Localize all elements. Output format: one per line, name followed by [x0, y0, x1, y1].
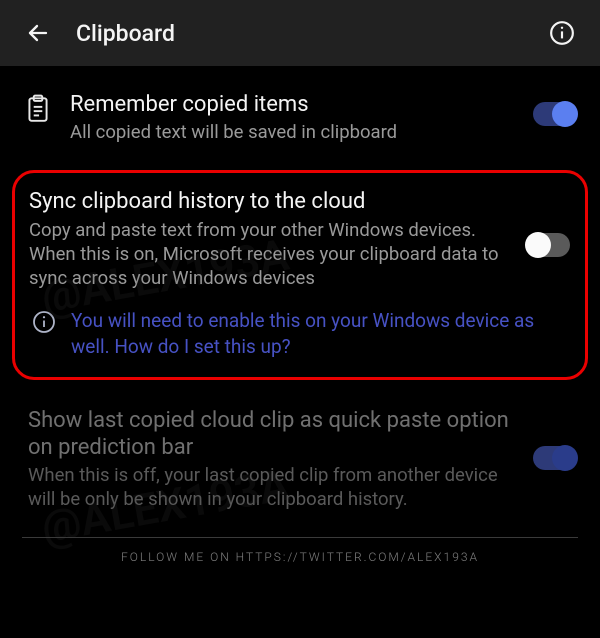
setting-subtitle: All copied text will be saved in clipboa…	[70, 120, 514, 144]
arrow-left-icon	[26, 21, 50, 45]
setting-title: Sync clipboard history to the cloud	[29, 189, 515, 215]
help-button[interactable]	[542, 13, 582, 53]
page: @ALEX193A @ALEX193A Clipboard Remember c…	[0, 0, 600, 638]
app-bar: Clipboard	[0, 0, 600, 66]
setting-quick-paste[interactable]: Show last copied cloud clip as quick pas…	[0, 390, 600, 519]
setting-title: Remember copied items	[70, 92, 514, 118]
back-button[interactable]	[18, 13, 58, 53]
info-icon	[549, 20, 575, 46]
sync-info-link[interactable]: You will need to enable this on your Win…	[71, 308, 569, 359]
setting-remember-copied[interactable]: Remember copied items All copied text wi…	[0, 66, 600, 152]
setting-sync-cloud-highlight: Sync clipboard history to the cloud Copy…	[12, 170, 588, 380]
divider	[22, 537, 578, 538]
remember-toggle[interactable]	[533, 102, 575, 126]
setting-subtitle: Copy and paste text from your other Wind…	[29, 218, 515, 290]
page-title: Clipboard	[76, 20, 542, 47]
clipboard-icon	[25, 94, 51, 124]
quickpaste-toggle[interactable]	[533, 446, 575, 470]
setting-sync-cloud[interactable]: Sync clipboard history to the cloud Copy…	[29, 189, 571, 290]
sync-toggle[interactable]	[528, 233, 570, 257]
info-icon	[32, 310, 56, 334]
footer-credit: FOLLOW ME ON HTTPS://TWITTER.COM/ALEX193…	[0, 550, 600, 564]
setting-subtitle: When this is off, your last copied clip …	[28, 463, 514, 511]
settings-body: Remember copied items All copied text wi…	[0, 66, 600, 574]
sync-info-row: You will need to enable this on your Win…	[29, 308, 571, 359]
setting-title: Show last copied cloud clip as quick pas…	[28, 408, 514, 461]
